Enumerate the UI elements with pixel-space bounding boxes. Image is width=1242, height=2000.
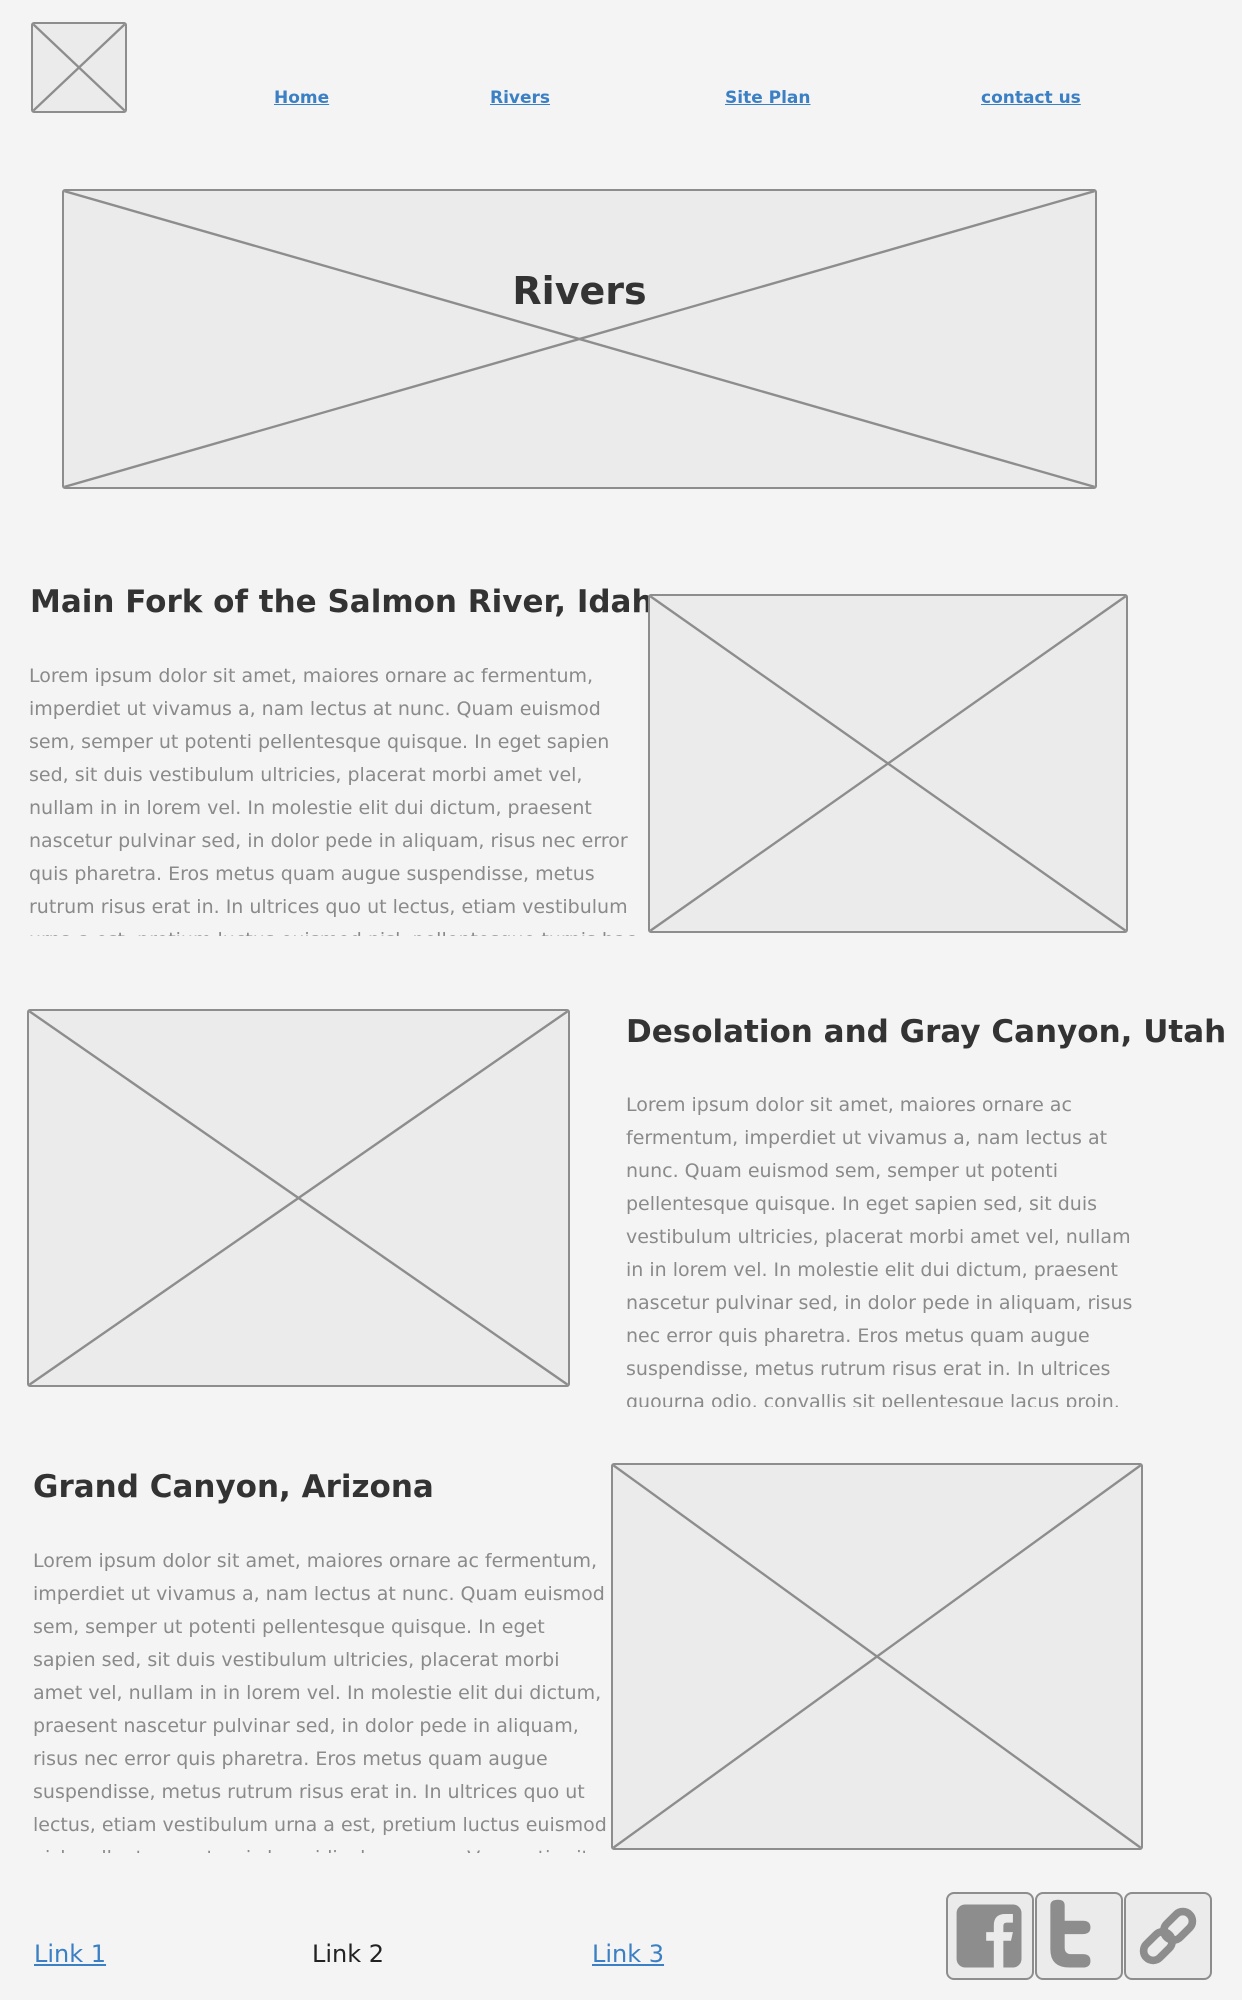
logo-placeholder[interactable] (31, 22, 127, 113)
nav-home-link[interactable]: Home (274, 88, 329, 108)
link-icon (1139, 1907, 1197, 1965)
image-placeholder-icon (29, 1011, 568, 1385)
section-body-grand-canyon: Lorem ipsum dolor sit amet, maiores orna… (33, 1550, 607, 1853)
image-placeholder-icon (33, 24, 125, 111)
twitter-icon (1050, 1899, 1091, 1968)
link-button[interactable] (1124, 1892, 1212, 1980)
facebook-icon (956, 1904, 1022, 1968)
footer-link-3[interactable]: Link 3 (592, 1940, 664, 1968)
footer-link-2[interactable]: Link 2 (312, 1940, 384, 1968)
section-body-desolation: Lorem ipsum dolor sit amet, maiores orna… (626, 1094, 1133, 1407)
section-title-desolation: Desolation and Gray Canyon, Utah (626, 1014, 1227, 1050)
banner-image: Rivers (62, 189, 1097, 489)
nav-site-plan-link[interactable]: Site Plan (725, 88, 811, 108)
image-placeholder-icon (64, 191, 1095, 487)
nav-contact-link[interactable]: contact us (981, 88, 1081, 108)
image-placeholder-icon (650, 596, 1126, 931)
section-image-desolation (27, 1009, 570, 1387)
footer-link-1[interactable]: Link 1 (34, 1940, 106, 1968)
section-image-grand-canyon (611, 1463, 1143, 1850)
section-body-salmon: Lorem ipsum dolor sit amet, maiores orna… (29, 665, 636, 936)
facebook-button[interactable] (946, 1892, 1034, 1980)
section-title-grand-canyon: Grand Canyon, Arizona (33, 1469, 434, 1505)
image-placeholder-icon (613, 1465, 1141, 1848)
section-image-salmon (648, 594, 1128, 933)
section-title-salmon: Main Fork of the Salmon River, Idaho (30, 584, 675, 620)
twitter-button[interactable] (1035, 1892, 1123, 1980)
nav-rivers-link[interactable]: Rivers (490, 88, 550, 108)
page-title: Rivers (512, 269, 647, 313)
